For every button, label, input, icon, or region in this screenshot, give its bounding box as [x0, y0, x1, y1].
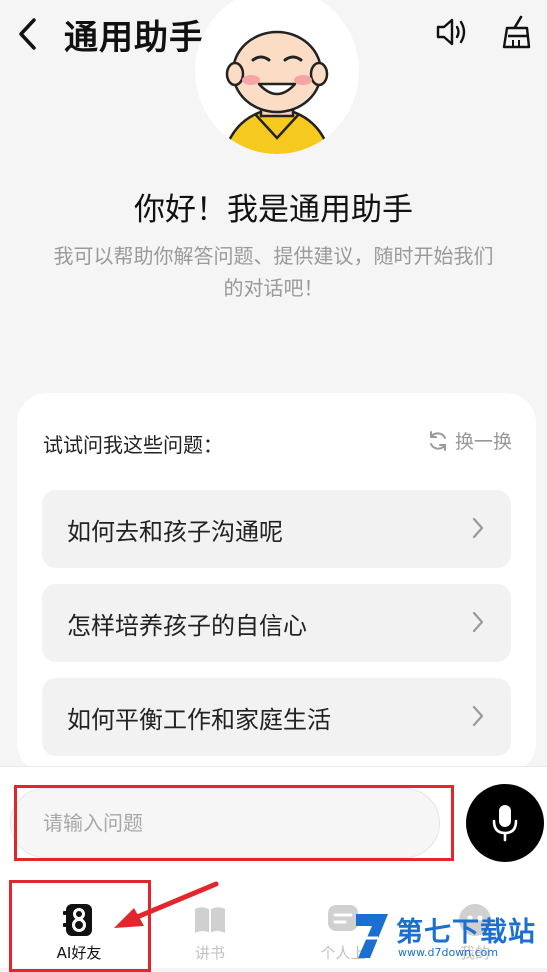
- assistant-avatar: [195, 0, 359, 154]
- intro-text: 我可以帮助你解答问题、提供建议，随时开始我们的对话吧！: [53, 244, 494, 300]
- microphone-icon: [492, 805, 518, 842]
- speaker-button[interactable]: [432, 12, 472, 52]
- refresh-label: 换一换: [454, 431, 512, 453]
- voice-input-button[interactable]: [466, 784, 544, 862]
- suggestion-item[interactable]: 怎样培养孩子的自信心: [42, 584, 511, 662]
- suggestion-label: 怎样培养孩子的自信心: [67, 612, 307, 640]
- suggestion-label: 如何去和孩子沟通呢: [67, 518, 283, 546]
- back-button[interactable]: [12, 14, 42, 54]
- clear-button[interactable]: [496, 12, 536, 52]
- chevron-right-icon: [472, 517, 484, 539]
- chevron-right-icon: [472, 705, 484, 727]
- annotation-arrow: [114, 881, 219, 928]
- watermark-logo-icon: [356, 914, 388, 958]
- refresh-icon: [429, 430, 446, 451]
- suggestion-item[interactable]: 如何平衡工作和家庭生活: [42, 678, 511, 756]
- speaker-icon: [436, 18, 466, 46]
- page-title: 通用助手: [64, 18, 204, 58]
- suggestion-title: 试试问我这些问题：: [43, 433, 223, 457]
- watermark-url: www.d7down.com: [398, 946, 499, 959]
- watermark-name: 第七下载站: [396, 917, 536, 948]
- chevron-right-icon: [472, 611, 484, 633]
- chevron-left-icon: [19, 18, 36, 50]
- greeting-heading: 你好！我是通用助手: [134, 192, 413, 228]
- refresh-button[interactable]: 换一换: [427, 427, 512, 454]
- cartoon-avatar-icon: [222, 30, 332, 154]
- tab-label: 讲书: [194, 944, 225, 962]
- suggestion-card: 试试问我这些问题： 换一换 如何去和孩子沟通呢 怎样培养孩子的自信心 如何平衡工…: [17, 393, 536, 773]
- suggestion-item[interactable]: 如何去和孩子沟通呢: [42, 490, 511, 568]
- highlight-box-input: [14, 785, 454, 861]
- watermark: 第七下载站 www.d7down.com: [352, 906, 547, 968]
- suggestion-label: 如何平衡工作和家庭生活: [67, 706, 331, 734]
- broom-icon: [502, 15, 531, 49]
